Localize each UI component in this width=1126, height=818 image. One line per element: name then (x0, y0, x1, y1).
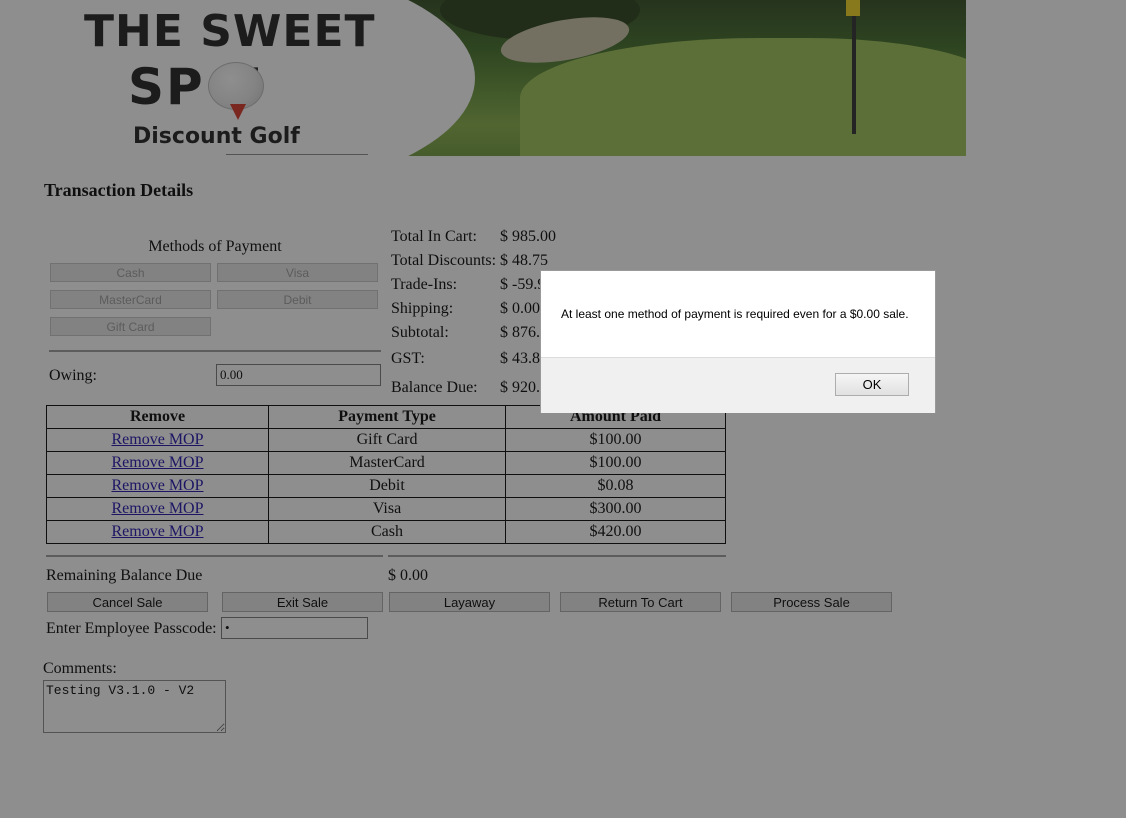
ok-button[interactable]: OK (835, 373, 909, 396)
transaction-page: THE SWEET SP T Discount Golf Transaction… (0, 0, 1126, 818)
alert-footer: OK (541, 357, 935, 413)
alert-dialog: At least one method of payment is requir… (540, 270, 936, 413)
alert-message: At least one method of payment is requir… (561, 307, 909, 321)
